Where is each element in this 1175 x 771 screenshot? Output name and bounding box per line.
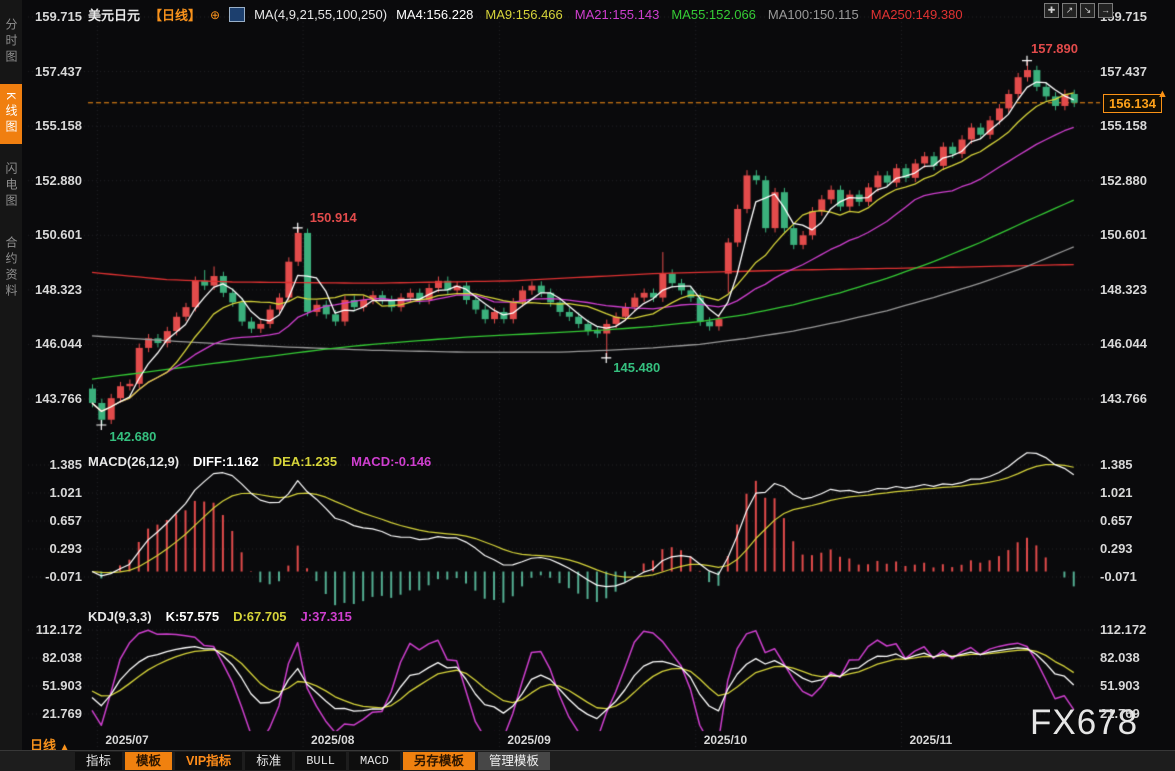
- kdj-y-label-left: 21.769: [42, 706, 82, 721]
- macd-y-label-right: 1.021: [1100, 485, 1133, 500]
- sidebar-tab-lightning[interactable]: 闪电图: [0, 154, 22, 218]
- kdj-y-label-left: 112.172: [36, 622, 82, 637]
- toolbar-standard-button[interactable]: 标准: [245, 752, 292, 770]
- x-axis-month-label: 2025/11: [909, 733, 952, 747]
- macd-y-label-left: 1.021: [49, 485, 82, 500]
- main-y-label-right: 148.323: [1100, 282, 1147, 297]
- main-y-label-right: 152.880: [1100, 173, 1147, 188]
- x-axis-month-label: 2025/07: [105, 733, 148, 747]
- toolbar-template-button[interactable]: 模板: [125, 752, 172, 770]
- ma-settings-label: MA(4,9,21,55,100,250): [254, 7, 387, 22]
- main-y-label-left: 157.437: [35, 64, 82, 79]
- kdj-y-label-left: 82.038: [42, 650, 82, 665]
- macd-y-label-right: 0.657: [1100, 513, 1133, 528]
- ma-value-5: MA250:149.380: [871, 7, 963, 22]
- kdj-k-value: K:57.575: [166, 609, 219, 624]
- main-y-label-left: 148.323: [35, 282, 82, 297]
- kdj-y-label-left: 51.903: [42, 678, 82, 693]
- ma-value-1: MA9:156.466: [485, 7, 562, 22]
- toolbar-manage-templates-button[interactable]: 管理模板: [478, 752, 550, 770]
- sidebar-tab-timeshare[interactable]: 分时图: [0, 10, 22, 74]
- kdj-panel-header: KDJ(9,3,3) K:57.575 D:67.705 J:37.315: [88, 609, 352, 624]
- kdj-j-value: J:37.315: [301, 609, 352, 624]
- macd-y-label-left: -0.071: [45, 569, 82, 584]
- current-price-badge: 156.134: [1103, 94, 1162, 113]
- price-annotation: 142.680: [109, 429, 156, 444]
- toolbar-bull-button[interactable]: BULL: [295, 752, 346, 770]
- main-y-label-right: 143.766: [1100, 391, 1147, 406]
- macd-y-label-left: 0.293: [49, 541, 82, 556]
- kdj-d-value: D:67.705: [233, 609, 286, 624]
- macd-panel-header: MACD(26,12,9) DIFF:1.162 DEA:1.235 MACD:…: [88, 454, 431, 469]
- chart-header: 美元日元 【日线】 ⊕ MA(4,9,21,55,100,250) MA4:15…: [88, 5, 963, 24]
- main-y-label-left: 150.601: [35, 227, 82, 242]
- chart-type-sidebar: 分时图 K线图 闪电图 合约资料: [0, 0, 22, 771]
- main-y-label-right: 155.158: [1100, 118, 1147, 133]
- toolbar-indicators-button[interactable]: 指标: [75, 752, 122, 770]
- page-shift-icon[interactable]: →: [1098, 3, 1113, 18]
- macd-dea-value: DEA:1.235: [273, 454, 337, 469]
- main-y-label-left: 143.766: [35, 391, 82, 406]
- macd-y-label-right: 0.293: [1100, 541, 1133, 556]
- sidebar-tab-contract-info[interactable]: 合约资料: [0, 228, 22, 308]
- main-y-label-right: 146.044: [1100, 336, 1147, 351]
- kdj-y-label-right: 51.903: [1100, 678, 1140, 693]
- ma-value-3: MA55:152.066: [671, 7, 756, 22]
- macd-diff-value: DIFF:1.162: [193, 454, 259, 469]
- kdj-y-label-right: 112.172: [1100, 622, 1146, 637]
- sidebar-tab-kline[interactable]: K线图: [0, 84, 22, 144]
- main-y-label-left: 152.880: [35, 173, 82, 188]
- chart-tool-icons: ✚ ↗ ↘ →: [1044, 3, 1113, 18]
- bottom-toolbar: 指标 模板 VIP指标 标准 BULL MACD 另存模板 管理模板: [0, 750, 1175, 771]
- ma-indicator-icon[interactable]: [229, 7, 245, 22]
- ma-value-4: MA100:150.115: [768, 7, 859, 22]
- toolbar-macd-button[interactable]: MACD: [349, 752, 400, 770]
- add-indicator-icon[interactable]: ⊕: [210, 8, 220, 22]
- symbol-title: 美元日元: [88, 5, 140, 24]
- x-axis-month-label: 2025/10: [704, 733, 747, 747]
- ma-values: MA4:156.228 MA9:156.466 MA21:155.143 MA55:1…: [396, 7, 962, 22]
- price-annotation: 150.914: [310, 210, 357, 225]
- main-y-label-left: 159.715: [35, 9, 82, 24]
- kdj-y-label-right: 82.038: [1100, 650, 1140, 665]
- macd-y-label-left: 1.385: [49, 457, 82, 472]
- main-y-label-right: 157.437: [1100, 64, 1147, 79]
- macd-y-label-right: 1.385: [1100, 457, 1133, 472]
- pan-icon[interactable]: ✚: [1044, 3, 1059, 18]
- main-y-label-left: 146.044: [35, 336, 82, 351]
- macd-y-label-right: -0.071: [1100, 569, 1137, 584]
- price-chart-canvas[interactable]: [0, 0, 1175, 771]
- ma-value-2: MA21:155.143: [575, 7, 660, 22]
- macd-title: MACD(26,12,9): [88, 454, 179, 469]
- ma-value-0: MA4:156.228: [396, 7, 473, 22]
- kdj-y-label-right: 21.769: [1100, 706, 1140, 721]
- x-axis-month-label: 2025/09: [507, 733, 550, 747]
- trading-app: 分时图 K线图 闪电图 合约资料 美元日元 【日线】 ⊕ MA(4,9,21,5…: [0, 0, 1175, 771]
- main-y-label-right: 150.601: [1100, 227, 1147, 242]
- period-tag[interactable]: 【日线】: [149, 5, 201, 24]
- toolbar-save-template-button[interactable]: 另存模板: [403, 752, 475, 770]
- x-axis-month-label: 2025/08: [311, 733, 354, 747]
- kdj-title: KDJ(9,3,3): [88, 609, 152, 624]
- toolbar-vip-indicators-button[interactable]: VIP指标: [175, 752, 242, 770]
- price-annotation: 145.480: [613, 360, 660, 375]
- main-y-label-left: 155.158: [35, 118, 82, 133]
- price-up-arrow-icon: ▲: [1157, 88, 1168, 100]
- price-annotation: 157.890: [1031, 41, 1078, 56]
- macd-value: MACD:-0.146: [351, 454, 431, 469]
- zoom-in-icon[interactable]: ↗: [1062, 3, 1077, 18]
- macd-y-label-left: 0.657: [49, 513, 82, 528]
- zoom-out-icon[interactable]: ↘: [1080, 3, 1095, 18]
